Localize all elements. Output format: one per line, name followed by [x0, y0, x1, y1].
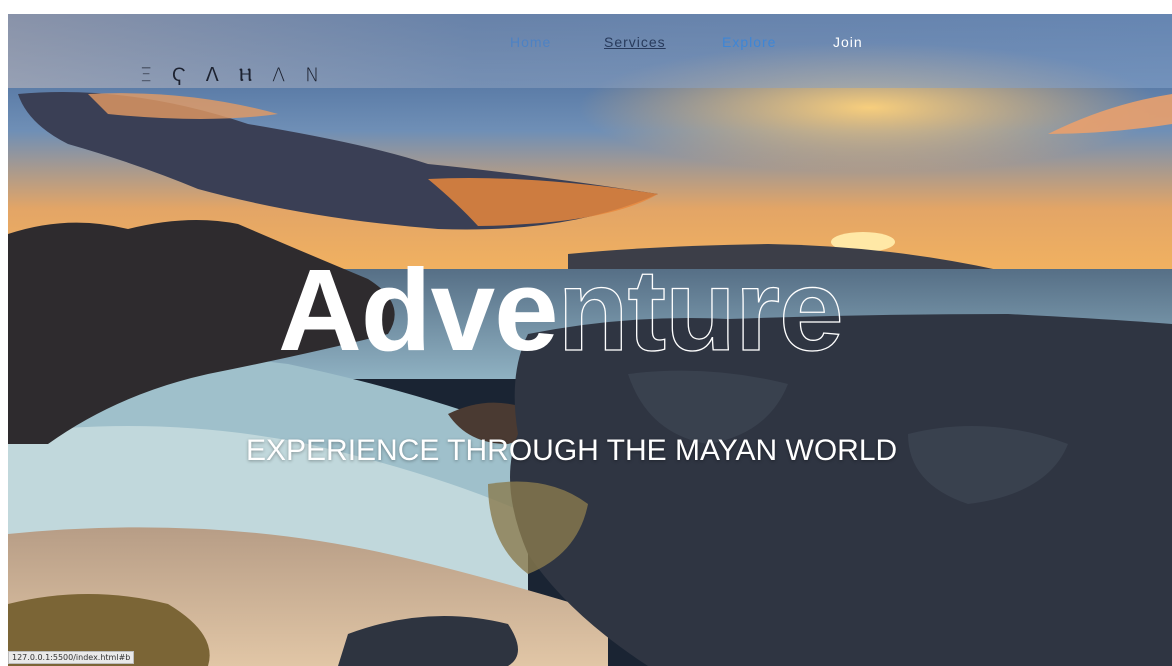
nav-link-explore[interactable]: Explore [722, 34, 776, 50]
hero-title-outline: nture [557, 245, 844, 375]
hero-title: Adventure [278, 251, 844, 368]
nav-link-home[interactable]: Home [510, 34, 551, 50]
nav-link-services[interactable]: Services [604, 34, 666, 50]
nav-link-join[interactable]: Join [833, 34, 863, 50]
nav-menu: Home Services Explore Join [8, 34, 1172, 54]
brand-logo[interactable]: Ξ Ҁ ᐱ Ⲏ Λ Ν [140, 64, 326, 87]
hero-subtitle: EXPERIENCE THROUGH THE MAYAN WORLD [246, 434, 898, 467]
page-frame: Ξ Ҁ ᐱ Ⲏ Λ Ν Home Services Explore Join A… [8, 14, 1172, 666]
top-navbar: Ξ Ҁ ᐱ Ⲏ Λ Ν Home Services Explore Join [8, 14, 1172, 88]
hero-title-solid: Adve [278, 245, 559, 375]
link-preview-url: 127.0.0.1:5500/index.html#b [8, 651, 135, 664]
